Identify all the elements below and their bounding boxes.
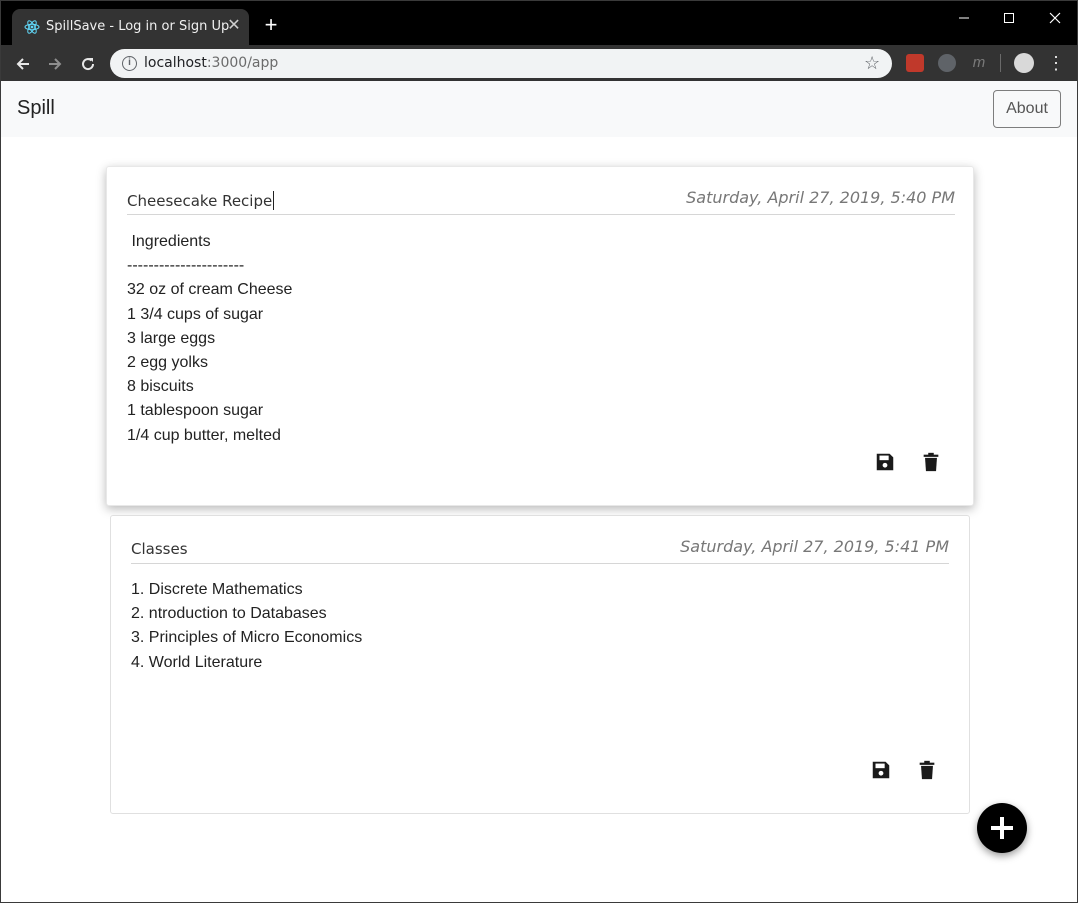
note-line: 8 biscuits — [127, 378, 194, 396]
browser-window: SpillSave - Log in or Sign Up ✕ + i loca… — [0, 0, 1078, 903]
add-note-button[interactable] — [977, 803, 1027, 853]
window-minimize-button[interactable] — [941, 5, 987, 29]
reload-button[interactable] — [75, 50, 101, 76]
window-maximize-button[interactable] — [986, 5, 1032, 29]
note-line: ---------------------- — [127, 257, 245, 275]
save-icon[interactable] — [874, 451, 896, 473]
note-line: 1 3/4 cups of sugar — [127, 305, 264, 323]
note-line: 3 large eggs — [127, 329, 216, 347]
react-logo-icon — [24, 20, 40, 34]
app-page: Spill About Cheesecake Recipe Saturday, … — [1, 81, 1077, 902]
note-line: 4. World Literature — [131, 653, 263, 671]
url-text: localhost:3000/app — [144, 55, 278, 71]
url-path: :3000/app — [206, 55, 279, 71]
note-line: 3. Principles of Micro Economics — [131, 629, 363, 647]
save-icon[interactable] — [870, 759, 892, 781]
arrow-left-icon — [16, 58, 29, 70]
toolbar-divider — [1000, 54, 1001, 72]
note-title-input[interactable]: Classes — [131, 540, 188, 558]
reload-icon — [82, 58, 95, 71]
back-button[interactable] — [10, 50, 36, 76]
window-close-button[interactable] — [1032, 5, 1077, 29]
note-card: Cheesecake Recipe Saturday, April 27, 20… — [106, 166, 974, 506]
note-card: Classes Saturday, April 27, 2019, 5:41 P… — [110, 515, 970, 814]
trash-icon[interactable] — [916, 759, 938, 781]
address-bar[interactable]: i localhost:3000/app ☆ — [110, 49, 892, 78]
note-line: 1/4 cup butter, melted — [127, 426, 281, 444]
note-title-input[interactable]: Cheesecake Recipe — [127, 191, 275, 210]
note-title-text: Cheesecake Recipe — [127, 192, 273, 210]
note-body-editor[interactable]: Ingredients ---------------------- 32 oz… — [127, 230, 292, 448]
note-line: 32 oz of cream Cheese — [127, 281, 293, 299]
note-date: Saturday, April 27, 2019, 5:41 PM — [680, 537, 949, 556]
trash-icon[interactable] — [920, 451, 942, 473]
note-line: 2 egg yolks — [127, 353, 208, 371]
info-icon[interactable]: i — [122, 56, 137, 71]
new-tab-button[interactable]: + — [259, 14, 283, 38]
extension-icon[interactable]: m — [970, 54, 988, 72]
browser-menu-icon[interactable]: ⋮ — [1047, 51, 1065, 75]
browser-toolbar: i localhost:3000/app ☆ m ⋮ — [1, 45, 1077, 81]
browser-titlebar: SpillSave - Log in or Sign Up ✕ + — [1, 1, 1077, 45]
extension-icon[interactable] — [906, 54, 924, 72]
note-header: Cheesecake Recipe Saturday, April 27, 20… — [127, 185, 955, 215]
profile-avatar[interactable] — [1014, 53, 1034, 73]
note-line: Ingredients — [127, 233, 211, 250]
note-line: 1. Discrete Mathematics — [131, 581, 303, 598]
note-body-editor[interactable]: 1. Discrete Mathematics 2. ntroduction t… — [131, 578, 362, 675]
note-header: Classes Saturday, April 27, 2019, 5:41 P… — [131, 534, 949, 564]
note-line: 2. ntroduction to Databases — [131, 605, 327, 623]
note-line: 1 tablespoon sugar — [127, 402, 264, 420]
brand-logo[interactable]: Spill — [17, 97, 55, 120]
text-caret — [273, 191, 275, 210]
tab-close-icon[interactable]: ✕ — [225, 17, 243, 35]
arrow-right-icon — [49, 58, 62, 70]
plus-icon — [991, 817, 1013, 839]
browser-tab[interactable]: SpillSave - Log in or Sign Up ✕ — [12, 9, 249, 45]
forward-button[interactable] — [42, 50, 68, 76]
extension-icon[interactable] — [938, 54, 956, 72]
url-host: localhost — [144, 55, 207, 71]
bookmark-star-icon[interactable]: ☆ — [864, 52, 880, 74]
app-navbar: Spill About — [1, 81, 1077, 137]
tab-title: SpillSave - Log in or Sign Up — [46, 19, 230, 34]
note-date: Saturday, April 27, 2019, 5:40 PM — [686, 188, 955, 207]
about-button[interactable]: About — [993, 90, 1061, 128]
